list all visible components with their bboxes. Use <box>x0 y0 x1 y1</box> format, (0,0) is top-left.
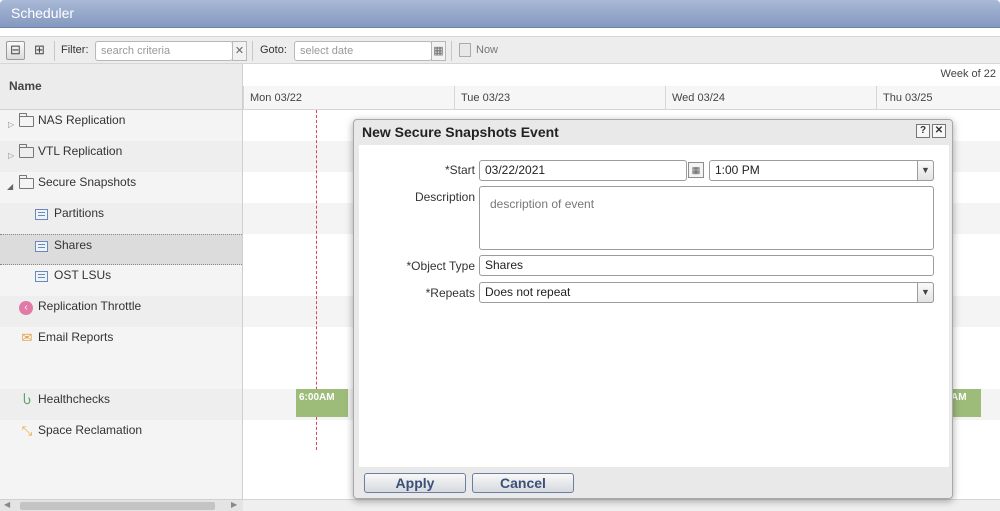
apply-button[interactable]: Apply <box>364 473 466 493</box>
list-icon <box>35 206 51 222</box>
day-header[interactable]: Mon 03/22 <box>243 86 454 110</box>
description-textarea[interactable]: description of event <box>479 186 934 250</box>
list-icon <box>35 238 51 254</box>
toolbar-separator <box>54 41 55 61</box>
toolbar: ⊟ ⊞ Filter: search criteria ✕ Goto: sele… <box>0 36 1000 64</box>
compress-icon: ⤡ <box>21 423 33 438</box>
scroll-left-icon[interactable]: ◀ <box>4 500 10 509</box>
tree-item-nas-replication[interactable]: ▷ NAS Replication <box>0 110 242 141</box>
clear-filter-icon[interactable]: ✕ <box>232 41 247 61</box>
tree-item-vtl-replication[interactable]: ▷ VTL Replication <box>0 141 242 172</box>
tree-item-healthchecks[interactable]: Ⴑ Healthchecks <box>0 389 242 420</box>
tree-item-label: OST LSUs <box>54 268 112 282</box>
tree-item-ost-lsus[interactable]: OST LSUs <box>0 265 242 296</box>
tree-item-label: Secure Snapshots <box>38 175 137 189</box>
goto-date-input[interactable]: select date <box>294 41 432 61</box>
chevron-down-icon[interactable]: ▼ <box>917 160 934 181</box>
tree-item-label: Email Reports <box>38 330 114 344</box>
day-header[interactable]: Tue 03/23 <box>454 86 665 110</box>
collapse-all-button[interactable]: ⊟ <box>6 41 25 60</box>
cancel-button[interactable]: Cancel <box>472 473 574 493</box>
week-label: Week of 22 <box>940 68 996 80</box>
toolbar-separator <box>252 41 253 61</box>
folder-icon <box>19 144 35 160</box>
filter-label: Filter: <box>61 44 89 56</box>
date-picker-icon[interactable]: ▦ <box>688 162 704 178</box>
tree-item-label: Partitions <box>54 206 105 220</box>
tree-item-label: Space Reclamation <box>38 423 143 437</box>
expand-all-button[interactable]: ⊞ <box>30 41 49 60</box>
day-header[interactable]: Thu 03/25 <box>876 86 1000 110</box>
list-icon <box>35 268 51 284</box>
expand-arrow-icon[interactable]: ▷ <box>8 146 14 166</box>
stethoscope-icon: Ⴑ <box>22 392 32 407</box>
repeats-label: *Repeats <box>425 286 475 300</box>
dialog-body: *Start 03/22/2021 ▦ 1:00 PM ▼ Descriptio… <box>359 145 949 467</box>
tree-item-label: Healthchecks <box>38 392 111 406</box>
folder-icon <box>19 113 35 129</box>
day-header[interactable]: Wed 03/24 <box>665 86 876 110</box>
close-icon[interactable]: ✕ <box>932 124 946 138</box>
repeats-select[interactable]: Does not repeat ▼ <box>479 282 934 303</box>
tree-item-email-reports[interactable]: ✉ Email Reports <box>0 327 242 389</box>
filter-input[interactable]: search criteria <box>95 41 233 61</box>
new-event-dialog: New Secure Snapshots Event ? ✕ *Start 03… <box>353 119 953 499</box>
start-time-select[interactable]: 1:00 PM ▼ <box>709 160 934 181</box>
repeats-value: Does not repeat <box>485 285 571 299</box>
start-label: *Start <box>444 163 475 177</box>
tree-item-label: Shares <box>54 238 93 252</box>
tree-item-label: NAS Replication <box>38 113 126 127</box>
envelope-icon: ✉ <box>21 330 33 345</box>
folder-open-icon <box>19 175 35 191</box>
scrollbar-thumb[interactable] <box>20 502 215 510</box>
tree-horizontal-scrollbar[interactable]: ◀ ▶ <box>0 499 243 511</box>
calendar-picker-icon[interactable]: ▦ <box>431 41 446 61</box>
tree-item-label: Replication Throttle <box>38 299 142 313</box>
tree-item-shares[interactable]: Shares <box>0 234 242 265</box>
dialog-title: New Secure Snapshots Event <box>362 124 559 140</box>
object-type-field[interactable]: Shares <box>479 255 934 276</box>
now-button[interactable]: Now <box>476 44 498 56</box>
collapse-arrow-icon[interactable]: ◢ <box>7 177 13 197</box>
start-date-input[interactable]: 03/22/2021 <box>479 160 687 181</box>
expand-arrow-icon[interactable]: ▷ <box>8 115 14 135</box>
throttle-icon: ‹ <box>19 301 33 315</box>
window-title-bar: Scheduler <box>0 0 1000 28</box>
help-icon[interactable]: ? <box>916 124 930 138</box>
tree-panel: Name ▷ NAS Replication ▷ VTL Replication… <box>0 64 243 511</box>
tree-item-replication-throttle[interactable]: ‹ Replication Throttle <box>0 296 242 327</box>
calendar-event[interactable]: 6:00AM <box>296 389 348 417</box>
tree-item-label: VTL Replication <box>38 144 123 158</box>
calendar-horizontal-scrollbar[interactable] <box>243 499 1000 511</box>
tree-item-space-reclamation[interactable]: ⤡ Space Reclamation <box>0 420 242 451</box>
scroll-right-icon[interactable]: ▶ <box>231 500 237 509</box>
goto-label: Goto: <box>260 44 287 56</box>
tree-item-partitions[interactable]: Partitions <box>0 203 242 234</box>
tree-item-secure-snapshots[interactable]: ◢ Secure Snapshots <box>0 172 242 203</box>
start-time-value: 1:00 PM <box>715 163 760 177</box>
chevron-down-icon[interactable]: ▼ <box>917 282 934 303</box>
toolbar-separator <box>451 41 452 61</box>
window-title: Scheduler <box>11 5 75 21</box>
name-column-header[interactable]: Name <box>0 64 242 110</box>
now-icon[interactable] <box>459 43 471 57</box>
description-label: Description <box>414 190 475 204</box>
object-type-label: *Object Type <box>406 259 475 273</box>
